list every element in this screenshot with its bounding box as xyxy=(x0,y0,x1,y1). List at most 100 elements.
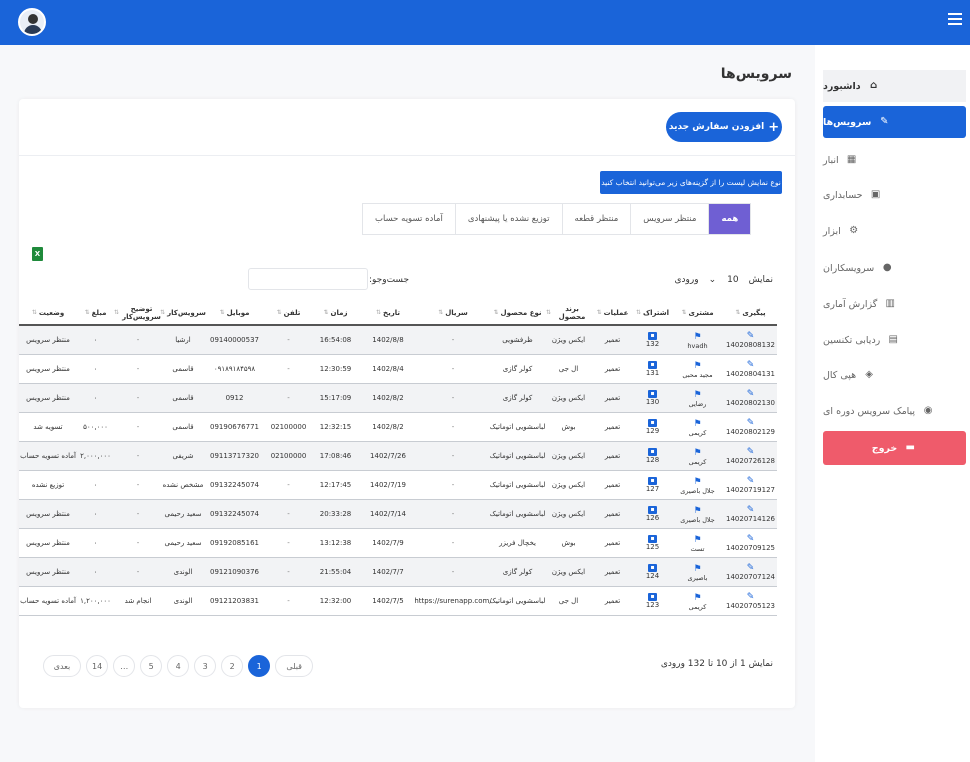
hamburger-menu-icon[interactable] xyxy=(948,13,962,27)
edit-icon[interactable]: ✎ xyxy=(747,592,755,602)
sidebar-item-1[interactable]: ⌂ داشبورد xyxy=(823,70,966,102)
edit-icon[interactable]: ✎ xyxy=(747,476,755,486)
next-page-button[interactable]: بعدی xyxy=(43,655,81,677)
column-header-sub[interactable]: اشتراک ⇅ xyxy=(634,300,671,326)
column-header-phone[interactable]: تلفن ⇅ xyxy=(265,300,312,326)
cell-mobile: 09192085161 xyxy=(204,529,265,558)
flag-icon[interactable]: ⚑ xyxy=(693,448,701,458)
column-header-amount[interactable]: مبلغ ⇅ xyxy=(77,300,114,326)
column-header-brand[interactable]: برند محصول ⇅ xyxy=(546,300,591,326)
contact-card-icon[interactable]: ▪ xyxy=(648,506,657,514)
table-row[interactable]: ✎ 14020707124 ⚑ باصیری ▪ 124 تعمیر ایکس ویژن کول… xyxy=(19,558,777,587)
contact-card-icon[interactable]: ▪ xyxy=(648,332,657,340)
column-header-time[interactable]: زمان ⇅ xyxy=(312,300,359,326)
column-header-tech[interactable]: سرویس‌کار ⇅ xyxy=(160,300,206,326)
prev-page-button[interactable]: قبلی xyxy=(275,655,314,677)
note-value: - xyxy=(136,568,140,576)
edit-icon[interactable]: ✎ xyxy=(747,563,755,573)
table-row[interactable]: ✎ 14020802129 ⚑ کریمی ▪ 129 تعمیر بوش لباسشویی ا… xyxy=(19,413,777,442)
table-row[interactable]: ✎ 14020709125 ⚑ تست ▪ 125 تعمیر بوش یخچال فریزر -… xyxy=(19,529,777,558)
table-row[interactable]: ✎ 14020719127 ⚑ جلال باصیری ▪ 127 تعمیر ایکس وی… xyxy=(19,471,777,500)
flag-icon[interactable]: ⚑ xyxy=(693,390,701,400)
column-header-mobile[interactable]: موبایل ⇅ xyxy=(204,300,265,326)
cell-type: لباسشویی اتوماتیک xyxy=(489,471,546,500)
contact-card-icon[interactable]: ▪ xyxy=(648,477,657,485)
contact-card-icon[interactable]: ▪ xyxy=(648,390,657,398)
edit-icon[interactable]: ✎ xyxy=(747,418,755,428)
column-header-op[interactable]: عملیات ⇅ xyxy=(591,300,634,326)
flag-icon[interactable]: ⚑ xyxy=(693,535,701,545)
flag-icon[interactable]: ⚑ xyxy=(693,361,701,371)
page-button[interactable]: 14 xyxy=(86,655,109,677)
cell-time: 12:32:15 xyxy=(312,413,359,442)
sidebar-item-2[interactable]: ✎ سرویس‌ها xyxy=(823,106,966,138)
flag-icon[interactable]: ⚑ xyxy=(693,419,701,429)
column-header-serial[interactable]: سریال ⇅ xyxy=(417,300,489,326)
amount-value: ۱,۲۰۰,۰۰۰ xyxy=(80,597,111,605)
edit-icon[interactable]: ✎ xyxy=(747,360,755,370)
column-header-note[interactable]: توضیح سرویس‌کار ⇅ xyxy=(114,300,162,326)
flag-icon[interactable]: ⚑ xyxy=(693,332,701,342)
edit-icon[interactable]: ✎ xyxy=(747,447,755,457)
column-header-type[interactable]: نوع محصول ⇅ xyxy=(489,300,546,326)
column-header-date[interactable]: تاریخ ⇅ xyxy=(359,300,417,326)
excel-export-icon[interactable]: X xyxy=(32,247,43,261)
sidebar-item-7[interactable]: ▥ گزارش آماری xyxy=(823,288,966,320)
edit-icon[interactable]: ✎ xyxy=(747,505,755,515)
contact-card-icon[interactable]: ▪ xyxy=(648,448,657,456)
contact-card-icon[interactable]: ▪ xyxy=(648,593,657,601)
table-row[interactable]: ✎ 14020726128 ⚑ کریمی ▪ 128 تعمیر ایکس ویژن لباس… xyxy=(19,442,777,471)
edit-icon[interactable]: ✎ xyxy=(747,389,755,399)
cell-status: منتظر سرویس xyxy=(19,529,77,558)
search-input[interactable] xyxy=(248,268,368,290)
flag-icon[interactable]: ⚑ xyxy=(693,477,701,487)
phone-value: 02100000 xyxy=(270,423,307,431)
cell-time: 20:33:28 xyxy=(312,500,359,529)
flag-icon[interactable]: ⚑ xyxy=(693,506,701,516)
contact-card-icon[interactable]: ▪ xyxy=(648,564,657,572)
edit-icon[interactable]: ✎ xyxy=(747,331,755,341)
sidebar-item-4[interactable]: ▣ حسابداری xyxy=(823,179,966,211)
page-button[interactable]: 2 xyxy=(221,655,244,677)
table-row[interactable]: ✎ 14020705123 ⚑ کریمی ▪ 123 تعمیر ال جی لباسشویی… xyxy=(19,587,777,616)
table-row[interactable]: ✎ 14020808132 ⚑ hvadh ▪ 132 تعمیر ایکس ویژن ظرفش… xyxy=(19,326,777,355)
tab-4[interactable]: توزیع نشده یا پیشنهادی xyxy=(454,204,562,234)
flag-icon[interactable]: ⚑ xyxy=(693,564,701,574)
page-length-select[interactable]: ⌄ 10 xyxy=(705,271,743,289)
cell-amount: ۵۰۰,۰۰۰ xyxy=(77,413,114,442)
add-order-button[interactable]: + افزودن سفارش جدید xyxy=(666,112,782,142)
flag-icon[interactable]: ⚑ xyxy=(693,593,701,603)
user-avatar[interactable] xyxy=(18,8,46,36)
logout-button[interactable]: ▬ خروج xyxy=(823,431,966,465)
contact-card-icon[interactable]: ▪ xyxy=(648,419,657,427)
table-row[interactable]: ✎ 14020802130 ⚑ رضایی ▪ 130 تعمیر ایکس ویژن کولر… xyxy=(19,384,777,413)
page-button[interactable]: 3 xyxy=(194,655,217,677)
sidebar-item-6[interactable]: ● سرویسکاران xyxy=(823,252,966,284)
brand-value: ایکس ویژن xyxy=(551,481,586,489)
status-value: آماده تسویه حساب xyxy=(20,452,76,460)
contact-card-icon[interactable]: ▪ xyxy=(648,535,657,543)
tab-2[interactable]: منتظر سرویس xyxy=(630,204,709,234)
date-value: 1402/7/19 xyxy=(370,481,406,489)
tab-3[interactable]: منتظر قطعه xyxy=(561,204,631,234)
page-button[interactable]: 5 xyxy=(140,655,163,677)
table-row[interactable]: ✎ 14020804131 ⚑ مجید محبی ▪ 131 تعمیر ال جی کولر… xyxy=(19,355,777,384)
column-header-status[interactable]: وضعیت ⇅ xyxy=(19,300,77,326)
sidebar-item-5[interactable]: ⚙ ابزار xyxy=(823,215,966,247)
contact-card-icon[interactable]: ▪ xyxy=(648,361,657,369)
tracking-number: 14020804131 xyxy=(726,370,775,378)
column-header-customer[interactable]: مشتری ⇅ xyxy=(671,300,724,326)
logout-label: خروج xyxy=(871,442,898,454)
sidebar-item-8[interactable]: ▤ ردیابی تکنسین xyxy=(823,324,966,356)
table-row[interactable]: ✎ 14020714126 ⚑ جلال باصیری ▪ 126 تعمیر ایکس وی… xyxy=(19,500,777,529)
column-header-id[interactable]: پیگیری ⇅ xyxy=(724,300,777,326)
tab-1[interactable]: همه xyxy=(708,204,751,234)
tab-5[interactable]: آماده تسویه حساب xyxy=(363,204,455,234)
sidebar-item-9[interactable]: ◈ هپی کال xyxy=(823,359,966,391)
sidebar-item-3[interactable]: ▦ انبار xyxy=(823,144,966,176)
page-button[interactable]: 4 xyxy=(167,655,190,677)
page-button[interactable]: 1 xyxy=(248,655,271,677)
subscription-number: 131 xyxy=(645,369,660,377)
edit-icon[interactable]: ✎ xyxy=(747,534,755,544)
sidebar-item-10[interactable]: ◉ پیامک سرویس دوره ای xyxy=(823,395,966,427)
